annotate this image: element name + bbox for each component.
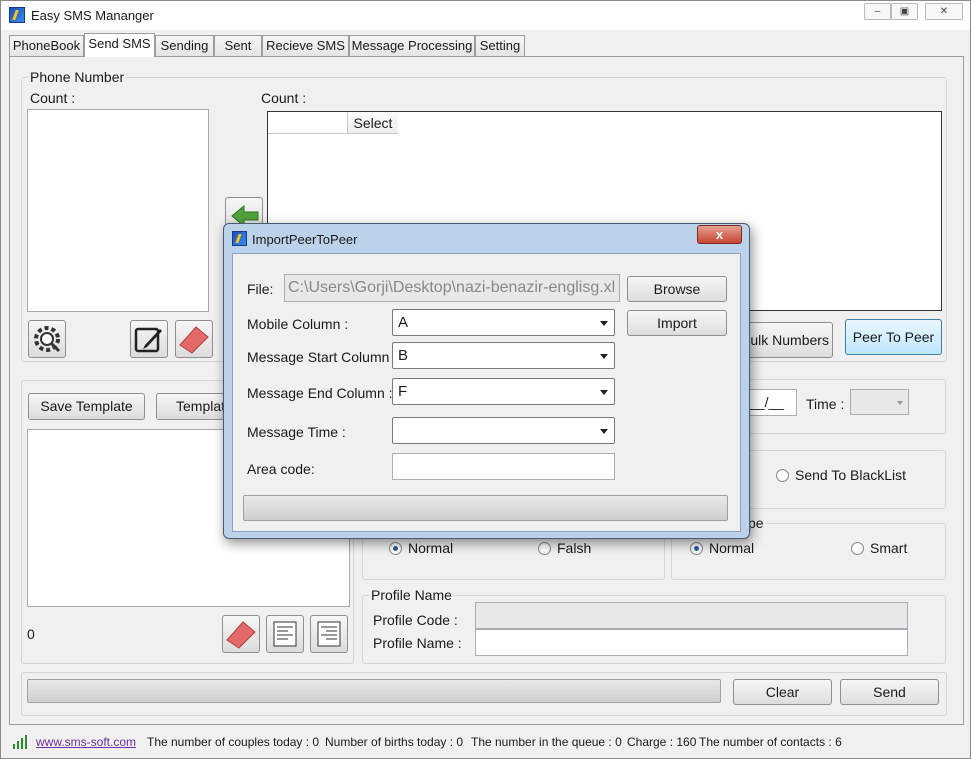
profile-name-label: Profile Name : — [373, 635, 462, 651]
message-time-label: Message Time : — [247, 424, 346, 440]
message-start-column-value: B — [398, 347, 409, 364]
file-label: File: — [247, 281, 274, 297]
grid-header-blank — [268, 112, 348, 134]
dialog-app-icon — [232, 231, 247, 246]
website-link[interactable]: www.sms-soft.com — [36, 730, 136, 754]
main-window: Easy SMS Mananger – ▣ ✕ PhoneBook Send S… — [0, 0, 971, 759]
profile-code-label: Profile Code : — [373, 612, 458, 628]
eraser-icon — [226, 621, 256, 649]
eraser-button-top[interactable] — [175, 320, 213, 358]
tab-sending[interactable]: Sending — [155, 35, 214, 57]
signal-icon — [13, 735, 27, 749]
message-start-column-label: Message Start Column : — [247, 349, 398, 365]
file-path-field[interactable]: C:\Users\Gorji\Desktop\nazi-benazir-engl… — [284, 274, 620, 302]
template-button[interactable]: Template — [156, 393, 226, 420]
align-left-icon — [273, 621, 297, 647]
normal-radio-right[interactable] — [690, 542, 703, 555]
dialog-body: File: C:\Users\Gorji\Desktop\nazi-benazi… — [232, 253, 741, 532]
import-progress-bar — [243, 495, 728, 521]
eraser-button-bottom[interactable] — [222, 615, 260, 653]
edit-button[interactable] — [130, 320, 168, 358]
phone-number-list[interactable] — [27, 109, 209, 312]
tab-setting[interactable]: Setting — [475, 35, 525, 57]
normal-label-left: Normal — [408, 540, 454, 556]
close-button[interactable]: ✕ — [925, 3, 963, 20]
title-bar: Easy SMS Mananger – ▣ ✕ — [1, 1, 970, 30]
profile-code-field[interactable] — [475, 602, 908, 629]
minimize-button[interactable]: – — [864, 3, 891, 20]
dialog-title: ImportPeerToPeer — [252, 232, 358, 247]
send-to-blacklist-label: Send To BlackList — [795, 467, 907, 483]
gear-search-icon — [34, 326, 61, 353]
window-title: Easy SMS Mananger — [31, 8, 154, 23]
charge-value: Charge : 160 — [627, 735, 697, 749]
send-button[interactable]: Send — [840, 679, 939, 705]
align-left-button[interactable] — [266, 615, 304, 653]
normal-label-right: Normal — [709, 540, 755, 556]
message-end-column-value: F — [398, 383, 408, 400]
tab-send-sms[interactable]: Send SMS — [84, 33, 155, 57]
tab-recieve-sms[interactable]: Recieve SMS — [262, 35, 349, 57]
grid-header-select[interactable]: Select — [348, 112, 398, 134]
clear-button[interactable]: Clear — [733, 679, 832, 705]
send-to-blacklist-radio[interactable] — [776, 469, 789, 482]
mobile-column-select[interactable]: A — [392, 309, 615, 336]
align-right-icon — [317, 621, 341, 647]
couples-count: The number of couples today : 0 — [147, 735, 320, 749]
falsh-radio[interactable] — [538, 542, 551, 555]
time-label: Time : — [806, 396, 845, 412]
eraser-icon — [179, 326, 209, 354]
queue-count: The number in the queue : 0 — [471, 735, 622, 749]
smart-label: Smart — [870, 540, 908, 556]
import-peer-to-peer-dialog: ImportPeerToPeer x File: C:\Users\Gorji\… — [223, 223, 750, 539]
maximize-button[interactable]: ▣ — [891, 3, 918, 20]
phone-number-group-label: Phone Number — [28, 69, 127, 85]
chevron-down-icon — [600, 390, 608, 395]
tab-phonebook[interactable]: PhoneBook — [9, 35, 84, 57]
chevron-down-icon — [600, 429, 608, 434]
normal-radio-left[interactable] — [389, 542, 402, 555]
message-start-column-select[interactable]: B — [392, 342, 615, 369]
births-count: Number of births today : 0 — [325, 735, 464, 749]
profile-group-label: Profile Name — [369, 587, 454, 603]
dialog-close-button[interactable]: x — [697, 225, 742, 244]
tab-message-processing[interactable]: Message Processing — [349, 35, 475, 57]
save-template-button[interactable]: Save Template — [28, 393, 145, 420]
import-button[interactable]: Import — [627, 310, 727, 336]
chevron-down-icon — [600, 354, 608, 359]
chevron-down-icon — [600, 321, 608, 326]
mobile-column-value: A — [398, 314, 409, 331]
contacts-count: The number of contacts : 6 — [699, 735, 842, 749]
time-picker[interactable] — [850, 389, 909, 415]
falsh-label: Falsh — [557, 540, 592, 556]
smart-radio[interactable] — [851, 542, 864, 555]
profile-name-field[interactable] — [475, 629, 908, 656]
message-time-select[interactable] — [392, 417, 615, 444]
send-progress-bar — [27, 679, 721, 703]
mobile-column-label: Mobile Column : — [247, 316, 349, 332]
message-end-column-select[interactable]: F — [392, 378, 615, 405]
settings-search-button[interactable] — [28, 320, 66, 358]
char-count: 0 — [27, 626, 35, 642]
peer-to-peer-button[interactable]: Peer To Peer — [845, 319, 942, 355]
bulk-numbers-button[interactable]: Bulk Numbers — [737, 322, 833, 358]
area-code-label: Area code: — [247, 461, 315, 477]
align-right-button[interactable] — [310, 615, 348, 653]
tab-sent[interactable]: Sent — [214, 35, 262, 57]
count-label-right: Count : — [261, 90, 307, 106]
status-bar: www.sms-soft.com The number of couples t… — [9, 730, 964, 754]
app-logo-icon — [9, 7, 25, 23]
count-label-left: Count : — [30, 90, 76, 106]
message-end-column-label: Message End Column : — [247, 385, 393, 401]
area-code-field[interactable] — [392, 453, 615, 480]
edit-icon — [134, 327, 162, 353]
browse-button[interactable]: Browse — [627, 276, 727, 302]
chevron-down-icon — [897, 401, 903, 405]
